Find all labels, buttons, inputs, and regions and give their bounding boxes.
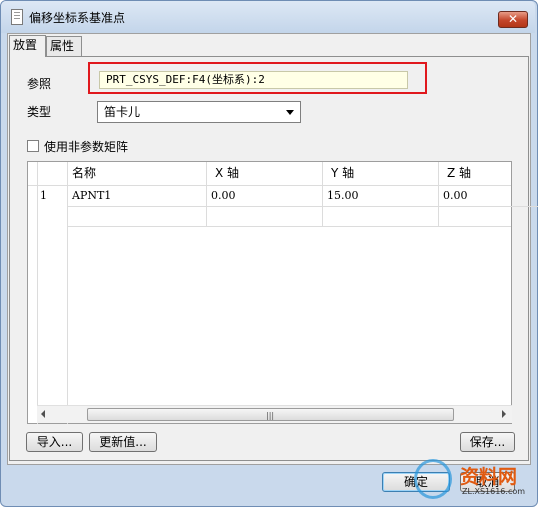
column-divider — [438, 162, 439, 226]
row-divider — [67, 206, 538, 207]
scrollbar-thumb[interactable]: ||| — [87, 408, 454, 421]
column-divider — [206, 162, 207, 226]
window-title: 偏移坐标系基准点 — [29, 11, 126, 25]
table-header-name[interactable]: 名称 — [68, 162, 207, 186]
row-divider — [67, 226, 511, 227]
reference-label: 参照 — [27, 77, 52, 91]
update-values-button[interactable]: 更新值... — [89, 432, 157, 452]
cell-z[interactable]: 0.00 — [443, 186, 503, 206]
reference-field[interactable]: PRT_CSYS_DEF:F4(坐标系):2 — [99, 71, 408, 89]
points-table: 名称 X 轴 Y 轴 Z 轴 1 APNT1 0.00 15.00 0.00 — [27, 161, 538, 424]
watermark-logo — [414, 459, 452, 499]
scroll-right-icon[interactable] — [502, 410, 506, 418]
save-button[interactable]: 保存... — [460, 432, 515, 452]
table-header-y[interactable]: Y 轴 — [323, 162, 439, 186]
type-label: 类型 — [27, 105, 52, 119]
nonparametric-matrix-checkbox[interactable] — [27, 140, 39, 152]
type-dropdown-value: 笛卡儿 — [104, 105, 141, 119]
table-header-x[interactable]: X 轴 — [207, 162, 323, 186]
chevron-down-icon — [286, 110, 294, 115]
scroll-left-icon[interactable] — [41, 410, 45, 418]
cell-x[interactable]: 0.00 — [211, 186, 311, 206]
document-icon — [11, 9, 23, 25]
grip-icon: ||| — [266, 411, 275, 420]
watermark-url: ZL.XS1616.com — [462, 487, 526, 496]
cell-y[interactable]: 15.00 — [327, 186, 427, 206]
column-divider — [322, 162, 323, 226]
table-header-z[interactable]: Z 轴 — [439, 162, 511, 186]
close-button[interactable]: ✕ — [498, 11, 528, 28]
table-header-index — [28, 162, 68, 186]
nonparametric-matrix-label: 使用非参数矩阵 — [44, 140, 129, 154]
tab-placement[interactable]: 放置 — [9, 35, 46, 57]
type-dropdown[interactable]: 笛卡儿 — [97, 101, 301, 123]
title-bar[interactable]: 偏移坐标系基准点 ✕ — [1, 1, 535, 33]
import-button[interactable]: 导入... — [26, 432, 83, 452]
column-divider — [67, 162, 68, 424]
column-divider — [37, 162, 38, 424]
tab-properties[interactable]: 属性 — [46, 36, 82, 56]
row-index: 1 — [40, 189, 47, 202]
horizontal-scrollbar[interactable]: ||| — [37, 405, 512, 423]
cell-name[interactable]: APNT1 — [72, 186, 202, 206]
watermark-text: 资料网 — [460, 466, 518, 488]
